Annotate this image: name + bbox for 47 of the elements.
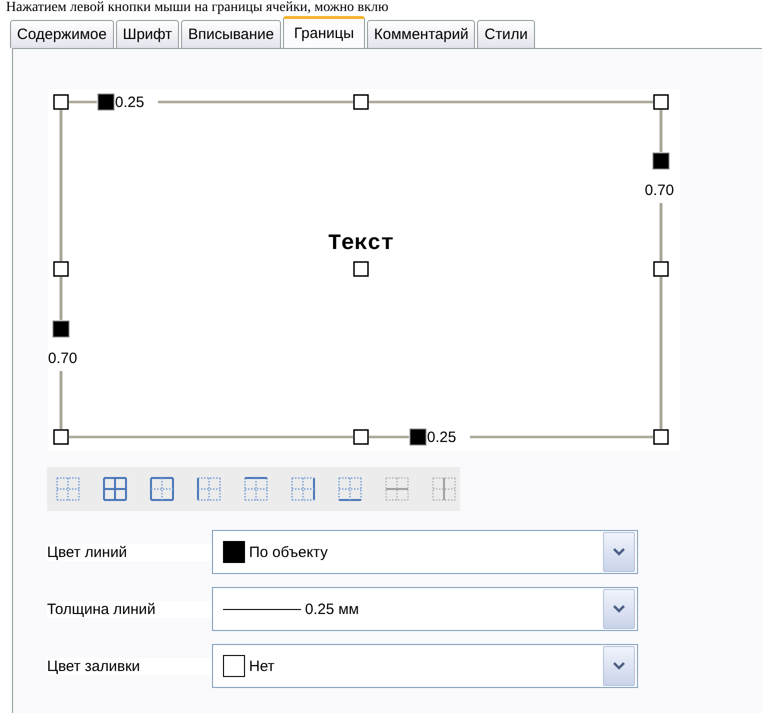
tab[interactable]: Границы — [283, 16, 365, 48]
selection-handle[interactable] — [53, 429, 69, 445]
selection-handle[interactable] — [53, 94, 69, 110]
dropdown-arrow-button[interactable] — [603, 589, 635, 629]
tab[interactable]: Комментарий — [367, 20, 476, 48]
width-label: 0.25 — [115, 94, 144, 111]
color-swatch-icon — [223, 541, 245, 563]
tab[interactable]: Шрифт — [116, 20, 180, 48]
selection-handle[interactable] — [653, 261, 669, 277]
line-sample-icon — [223, 608, 301, 610]
border-preset-button[interactable] — [102, 476, 128, 502]
border-preset-button[interactable] — [337, 476, 363, 502]
border-preset-button[interactable] — [196, 476, 222, 502]
dropdown[interactable]: Нет — [212, 644, 638, 688]
field-label: Цвет линий — [47, 544, 212, 560]
dropdown[interactable]: 0.25 мм — [212, 587, 638, 631]
chevron-down-icon — [612, 604, 626, 614]
width-label: 0.70 — [48, 350, 78, 367]
selection-handle[interactable] — [53, 261, 69, 277]
width-label: 0.25 — [427, 429, 456, 446]
selection-handle[interactable] — [353, 261, 369, 277]
selection-handle[interactable] — [353, 429, 369, 445]
width-marker[interactable] — [98, 94, 114, 110]
selection-handle[interactable] — [653, 429, 669, 445]
chevron-down-icon — [612, 661, 626, 671]
instruction-text: Нажатием левой кнопки мыши на границы ячейки, можно вклю — [5, 0, 390, 15]
dropdown[interactable]: По объекту — [212, 530, 638, 574]
width-marker[interactable] — [410, 428, 426, 446]
tab[interactable]: Вписывание — [181, 20, 281, 48]
border-preset-button[interactable] — [149, 476, 175, 502]
dropdown-arrow-button[interactable] — [603, 532, 635, 572]
field-label: Толщина линий — [47, 600, 212, 618]
width-label: 0.70 — [644, 182, 674, 199]
width-marker[interactable] — [652, 152, 670, 170]
chevron-down-icon — [612, 547, 626, 557]
tab[interactable]: Содержимое — [10, 20, 114, 48]
sample-text: Текст — [328, 231, 394, 256]
tab[interactable]: Стили — [477, 20, 535, 48]
dropdown-arrow-button[interactable] — [603, 646, 635, 686]
selection-handle[interactable] — [353, 94, 369, 110]
border-preset-button[interactable] — [55, 476, 81, 502]
selection-handle[interactable] — [653, 94, 669, 110]
border-preset-button[interactable] — [290, 476, 316, 502]
border-preset-button[interactable] — [243, 476, 269, 502]
color-swatch-icon — [223, 655, 245, 677]
width-marker[interactable] — [52, 320, 70, 338]
field-label: Цвет заливки — [47, 658, 212, 674]
